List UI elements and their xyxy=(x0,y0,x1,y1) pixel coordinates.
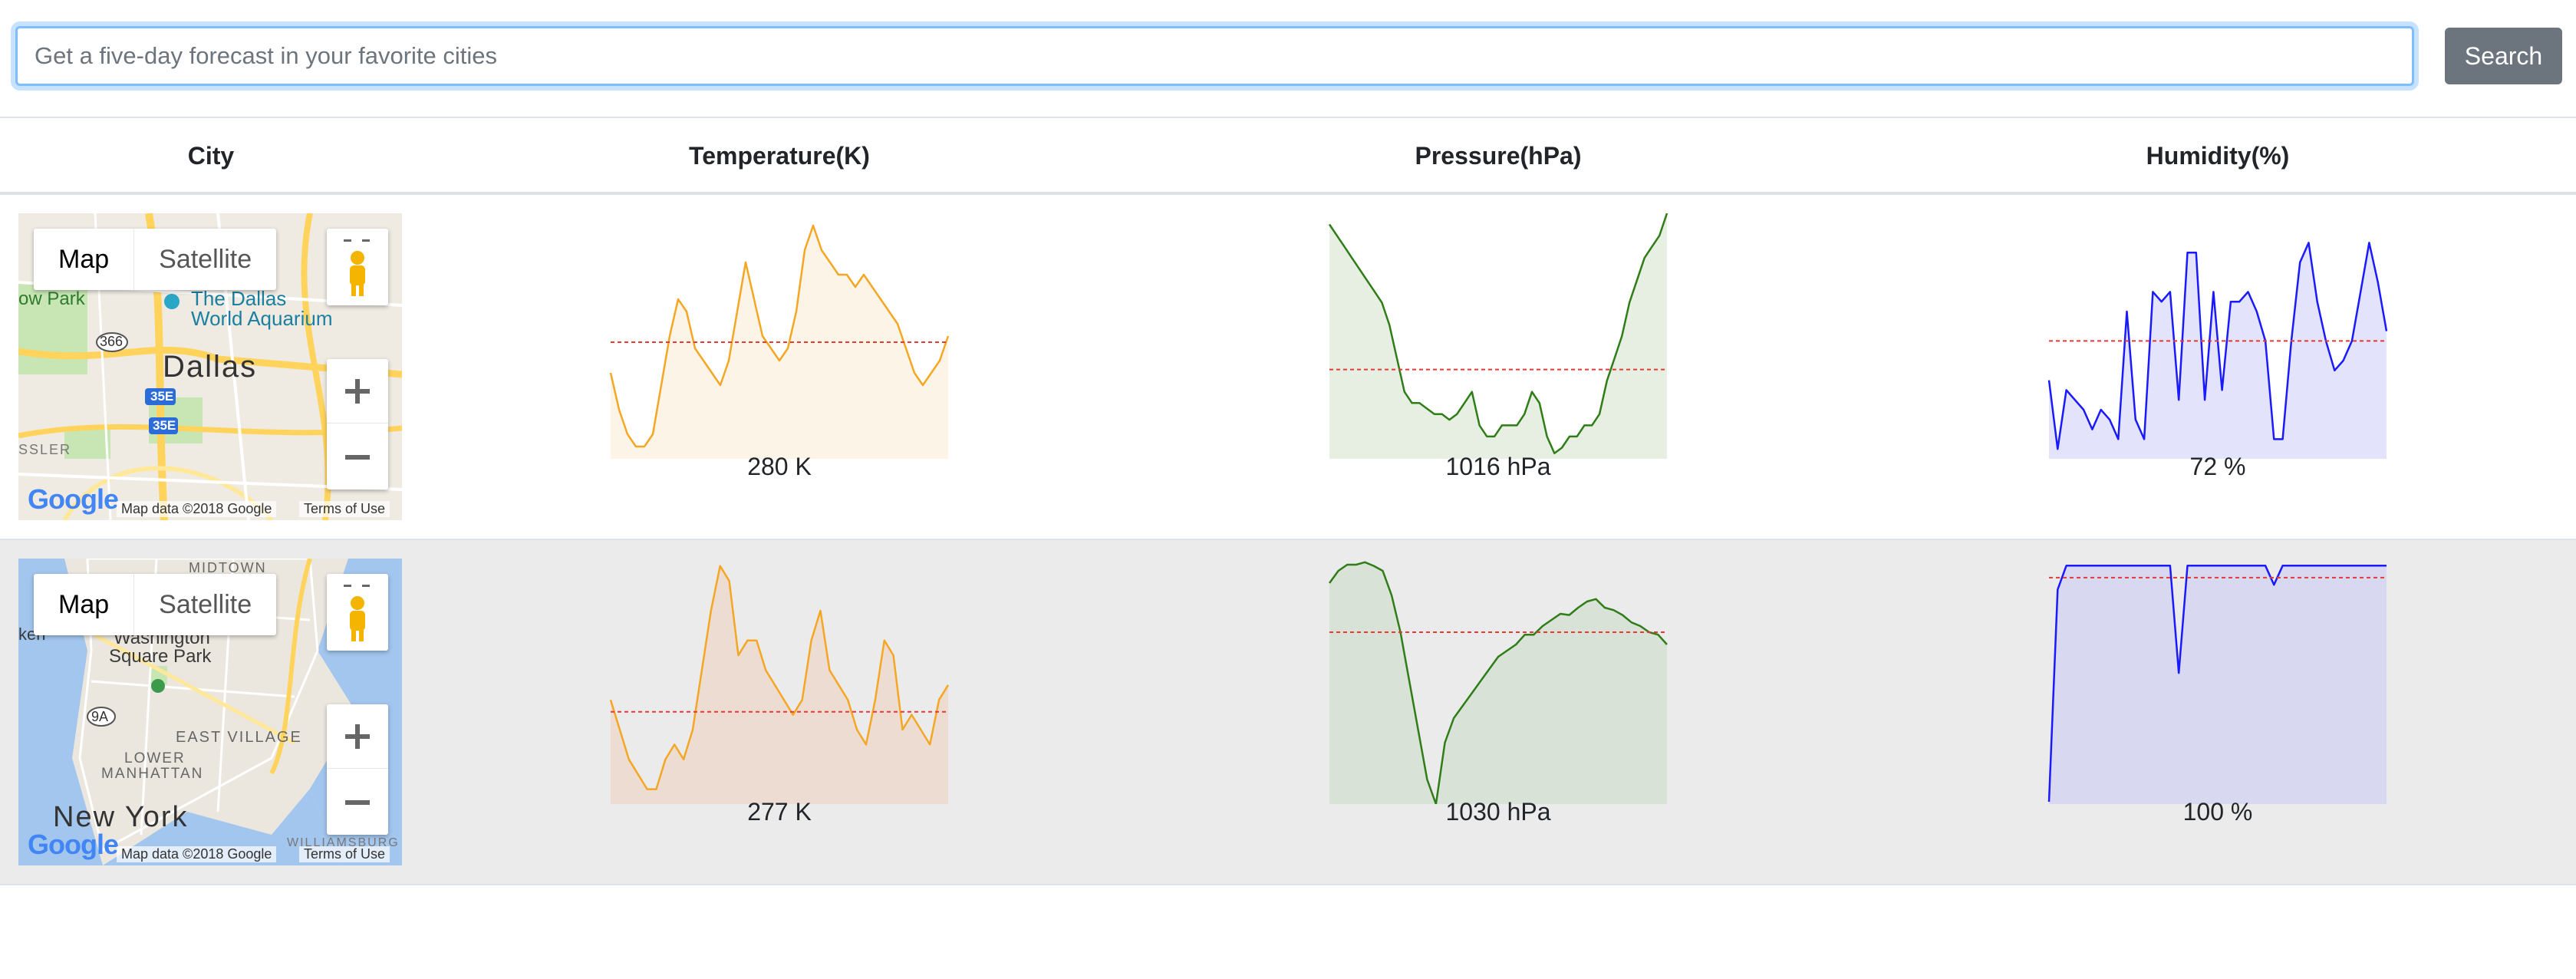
map-view-button[interactable]: Map xyxy=(34,574,133,635)
street-view-pegman-icon[interactable] xyxy=(327,574,388,651)
search-bar: Search xyxy=(15,26,2562,86)
zoom-out-button[interactable] xyxy=(327,425,388,490)
pressure-cell: 1016 hPa xyxy=(1268,195,1728,540)
google-logo: Google xyxy=(28,829,119,860)
google-logo: Google xyxy=(28,483,119,515)
humidity-value: 100 % xyxy=(2182,798,2253,826)
sparkline-area xyxy=(2049,565,2387,804)
pressure-chart xyxy=(1328,213,1668,459)
map-label: 9A xyxy=(91,709,109,724)
temperature-chart xyxy=(609,224,950,459)
zoom-control xyxy=(327,704,388,835)
humidity-value: 72 % xyxy=(2189,453,2246,480)
satellite-view-button[interactable]: Satellite xyxy=(133,574,276,635)
zoom-out-button[interactable] xyxy=(327,770,388,835)
table-header: City Temperature(K) Pressure(hPa) Humidi… xyxy=(0,117,2576,195)
header-humidity: Humidity(%) xyxy=(2146,142,2290,170)
table-row: The Dallas World Aquarium ow Park 366 35… xyxy=(0,195,2576,540)
map-attribution: Map data ©2018 Google xyxy=(117,501,277,517)
terms-of-use-link[interactable]: Terms of Use xyxy=(299,501,390,517)
header-temperature: Temperature(K) xyxy=(689,142,870,170)
map-footer: Google Map data ©2018 Google Terms of Us… xyxy=(18,829,402,865)
temperature-value: 280 K xyxy=(747,453,812,480)
pressure-value: 1016 hPa xyxy=(1445,453,1551,480)
map-type-control: Map Satellite xyxy=(34,574,277,635)
terms-of-use-link[interactable]: Terms of Use xyxy=(299,846,390,862)
map-label: SSLER xyxy=(18,442,72,457)
temperature-cell: 277 K xyxy=(549,540,1010,885)
pressure-chart xyxy=(1328,561,1668,804)
map-label: 35E xyxy=(153,418,176,433)
pressure-value: 1030 hPa xyxy=(1445,798,1551,826)
map-label: LOWER xyxy=(124,750,186,766)
search-input[interactable] xyxy=(15,26,2414,86)
zoom-control xyxy=(327,359,388,490)
humidity-chart xyxy=(2047,565,2387,804)
minus-icon xyxy=(345,455,370,460)
city-map[interactable]: MIDTOWN Washington Square Park 9A EAST V… xyxy=(18,559,402,865)
sparkline-area xyxy=(1329,213,1667,459)
header-pressure: Pressure(hPa) xyxy=(1415,142,1582,170)
temperature-cell: 280 K xyxy=(549,195,1010,540)
pressure-cell: 1030 hPa xyxy=(1268,540,1728,885)
zoom-in-button[interactable] xyxy=(327,359,388,424)
satellite-view-button[interactable]: Satellite xyxy=(133,229,276,290)
humidity-cell: 72 % xyxy=(1988,195,2448,540)
map-footer: Google Map data ©2018 Google Terms of Us… xyxy=(18,483,402,520)
plus-icon xyxy=(345,378,370,404)
zoom-in-button[interactable] xyxy=(327,704,388,769)
humidity-chart xyxy=(2047,242,2388,459)
forecast-table: City Temperature(K) Pressure(hPa) Humidi… xyxy=(0,117,2576,885)
street-view-pegman-icon[interactable] xyxy=(327,229,388,305)
city-map[interactable]: The Dallas World Aquarium ow Park 366 35… xyxy=(18,213,402,520)
minus-icon xyxy=(345,800,370,805)
search-button[interactable]: Search xyxy=(2445,28,2562,84)
table-row: MIDTOWN Washington Square Park 9A EAST V… xyxy=(0,540,2576,885)
sparkline-area xyxy=(1329,562,1667,804)
map-city-label: Dallas xyxy=(163,350,258,384)
temperature-chart xyxy=(609,565,950,804)
map-label: Square Park xyxy=(109,646,212,667)
temperature-value: 277 K xyxy=(747,798,812,826)
map-label: ow Park xyxy=(18,288,85,309)
plus-icon xyxy=(345,724,370,749)
map-type-control: Map Satellite xyxy=(34,229,277,290)
humidity-cell: 100 % xyxy=(1988,540,2448,885)
map-label: World Aquarium xyxy=(191,307,333,330)
header-city: City xyxy=(187,142,235,170)
map-label: 366 xyxy=(100,334,124,349)
map-label: EAST VILLAGE xyxy=(176,729,302,746)
map-attribution: Map data ©2018 Google xyxy=(117,846,277,862)
map-label: MANHATTAN xyxy=(101,766,204,782)
map-label: 35E xyxy=(150,389,174,404)
map-view-button[interactable]: Map xyxy=(34,229,133,290)
